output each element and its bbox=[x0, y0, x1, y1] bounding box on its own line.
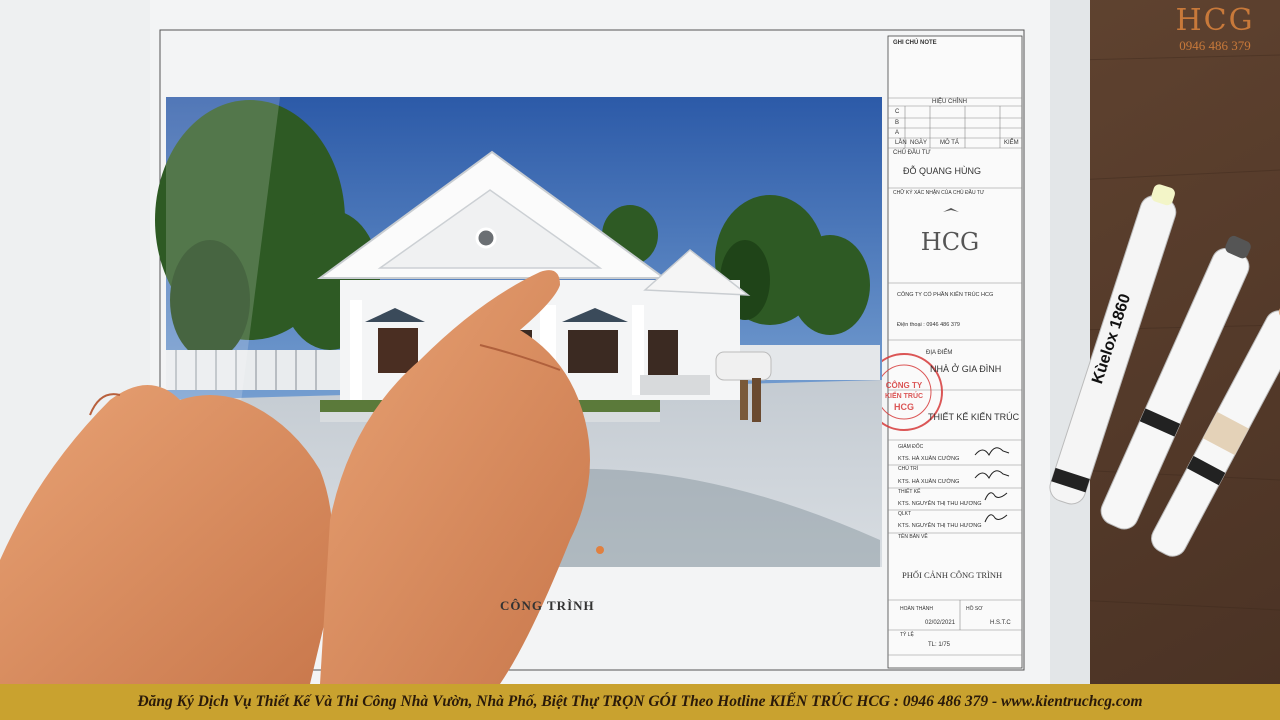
image-caption: CÔNG TRÌNH bbox=[500, 598, 595, 613]
file-code: H.S.T.C bbox=[990, 620, 1011, 626]
designer-label: THIẾT KẾ bbox=[898, 489, 921, 495]
qc-name: KTS. NGUYỄN THỊ THU HƯƠNG bbox=[898, 523, 982, 529]
location-label: ĐỊA ĐIỂM bbox=[926, 350, 953, 356]
investor-name: ĐỖ QUANG HÙNG bbox=[903, 166, 982, 176]
svg-text:CÔNG TY: CÔNG TY bbox=[886, 381, 923, 390]
chief-label: CHỦ TRÌ bbox=[898, 466, 919, 472]
completed-date: 02/02/2021 bbox=[925, 620, 956, 626]
director-name: KTS. HÀ XUÂN CƯỜNG bbox=[898, 456, 960, 462]
promo-banner-text: Đăng Ký Dịch Vụ Thiết Kế Và Thi Công Nhà… bbox=[137, 693, 1143, 710]
revision-row-b: B bbox=[895, 120, 900, 126]
drawing-label: TÊN BẢN VẼ bbox=[898, 534, 928, 540]
brand-logo-text: HCG bbox=[1175, 3, 1255, 38]
brand-logo: HCG 0946 486 379 bbox=[1160, 4, 1270, 54]
scale-label: TỶ LỆ bbox=[900, 632, 914, 638]
investor-sign-label: CHỮ KÝ XÁC NHẬN CỦA CHỦ ĐẦU TƯ bbox=[893, 190, 985, 196]
company-name: CÔNG TY CỔ PHẦN KIẾN TRÚC HCG bbox=[897, 292, 994, 298]
revision-col-2: NGÀY bbox=[910, 140, 928, 146]
designer-name: KTS. NGUYỄN THỊ THU HƯƠNG bbox=[898, 501, 982, 507]
company-phone: Điện thoại : 0946 486 379 bbox=[897, 322, 960, 328]
revision-title: HIỆU CHỈNH bbox=[932, 99, 968, 105]
design-phase: THIẾT KẾ KIẾN TRÚC bbox=[928, 412, 1020, 422]
revision-row-a: A bbox=[895, 130, 900, 136]
revision-col-4: KIỂM bbox=[1004, 140, 1019, 146]
drawing-title: PHỐI CẢNH CÔNG TRÌNH bbox=[902, 570, 1003, 580]
svg-text:HCG: HCG bbox=[921, 228, 979, 256]
file-label: HỒ SƠ bbox=[966, 606, 983, 612]
promo-banner: Đăng Ký Dịch Vụ Thiết Kế Và Thi Công Nhà… bbox=[0, 684, 1280, 720]
chief-name: KTS. HÀ XUÂN CƯỜNG bbox=[898, 479, 960, 485]
scale-value: TL: 1/75 bbox=[928, 642, 951, 648]
qc-label: QLKT bbox=[898, 511, 912, 517]
revision-col-3: MÔ TẢ bbox=[940, 140, 959, 146]
svg-text:HCG: HCG bbox=[894, 402, 914, 412]
project-name: NHÀ Ở GIA ĐÌNH bbox=[930, 364, 1002, 374]
revision-row-c: C bbox=[895, 109, 900, 115]
director-label: GIÁM ĐỐC bbox=[898, 444, 924, 450]
revision-col-1: LẦN bbox=[895, 140, 907, 146]
photo-scene: CÔNG TY KIẾN TRÚC HCG HCG Kùelox 1860 bbox=[0, 0, 1280, 720]
notes-title: GHI CHÚ NOTE bbox=[893, 40, 937, 46]
brand-hotline: 0946 486 379 bbox=[1179, 38, 1251, 53]
investor-label: CHỦ ĐẦU TƯ bbox=[893, 150, 931, 156]
completed-label: HOÀN THÀNH bbox=[900, 606, 933, 612]
